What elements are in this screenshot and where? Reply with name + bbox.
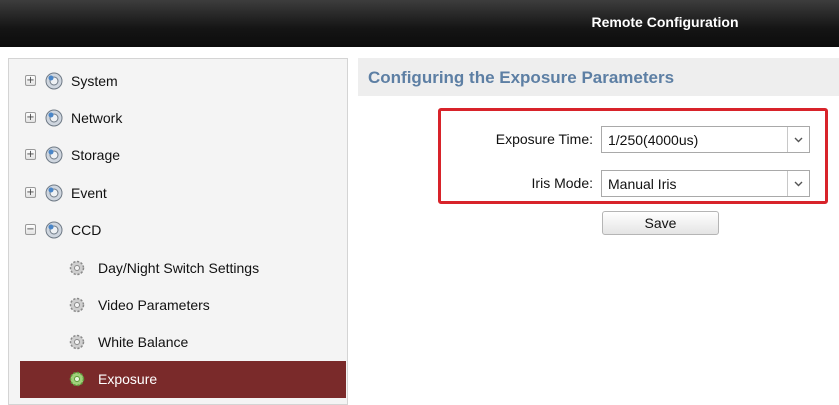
tree-item-video-parameters[interactable]: Video Parameters — [9, 287, 347, 324]
section-header: Configuring the Exposure Parameters — [358, 58, 839, 96]
tree-item-label: Video Parameters — [98, 297, 210, 313]
save-button[interactable]: Save — [602, 211, 719, 235]
globe-gear-icon — [45, 146, 63, 164]
iris-mode-select[interactable]: Manual Iris — [601, 170, 810, 197]
page-title: Configuring the Exposure Parameters — [368, 68, 675, 87]
iris-mode-value: Manual Iris — [608, 176, 677, 192]
exposure-time-value: 1/250(4000us) — [608, 132, 699, 148]
gear-icon — [69, 334, 85, 350]
gear-icon — [69, 297, 85, 313]
tree-item-day-night-switch[interactable]: Day/Night Switch Settings — [9, 250, 347, 287]
gear-icon — [69, 371, 85, 387]
expand-icon[interactable]: + — [25, 75, 36, 86]
tree-item-label: Storage — [71, 147, 121, 163]
globe-gear-icon — [45, 72, 63, 90]
chevron-down-icon[interactable] — [787, 127, 809, 152]
chevron-down-icon[interactable] — [787, 171, 809, 196]
expand-icon[interactable]: + — [25, 187, 36, 198]
tree-item-label: Event — [71, 185, 107, 201]
tree-item-exposure[interactable]: Exposure — [20, 361, 346, 398]
globe-gear-icon — [45, 109, 63, 127]
expand-icon[interactable]: + — [25, 149, 36, 160]
tree-item-label: White Balance — [98, 334, 189, 350]
expand-icon[interactable]: + — [25, 112, 36, 123]
exposure-time-label: Exposure Time: — [495, 131, 593, 147]
tree-item-label: CCD — [71, 222, 102, 238]
tree-item-ccd[interactable]: − CCD — [9, 212, 347, 249]
globe-gear-icon — [45, 184, 63, 202]
title-bar: Remote Configuration — [0, 0, 839, 47]
tree-item-storage[interactable]: + Storage — [9, 137, 347, 174]
tree-item-label: Exposure — [98, 371, 158, 387]
tree-item-label: Day/Night Switch Settings — [98, 260, 260, 276]
tree-item-event[interactable]: + Event — [9, 175, 347, 212]
tree-item-network[interactable]: + Network — [9, 100, 347, 137]
tree-item-system[interactable]: + System — [9, 63, 347, 100]
iris-mode-label: Iris Mode: — [531, 175, 593, 191]
tree-item-label: System — [71, 73, 118, 89]
config-tree: + System + Network + Storage + Event − C… — [8, 58, 348, 405]
collapse-icon[interactable]: − — [25, 224, 36, 235]
tree-item-label: Network — [71, 110, 123, 126]
exposure-time-select[interactable]: 1/250(4000us) — [601, 126, 810, 153]
gear-icon — [69, 260, 85, 276]
globe-gear-icon — [45, 221, 63, 239]
window-title: Remote Configuration — [591, 14, 739, 30]
tree-item-white-balance[interactable]: White Balance — [9, 324, 347, 361]
